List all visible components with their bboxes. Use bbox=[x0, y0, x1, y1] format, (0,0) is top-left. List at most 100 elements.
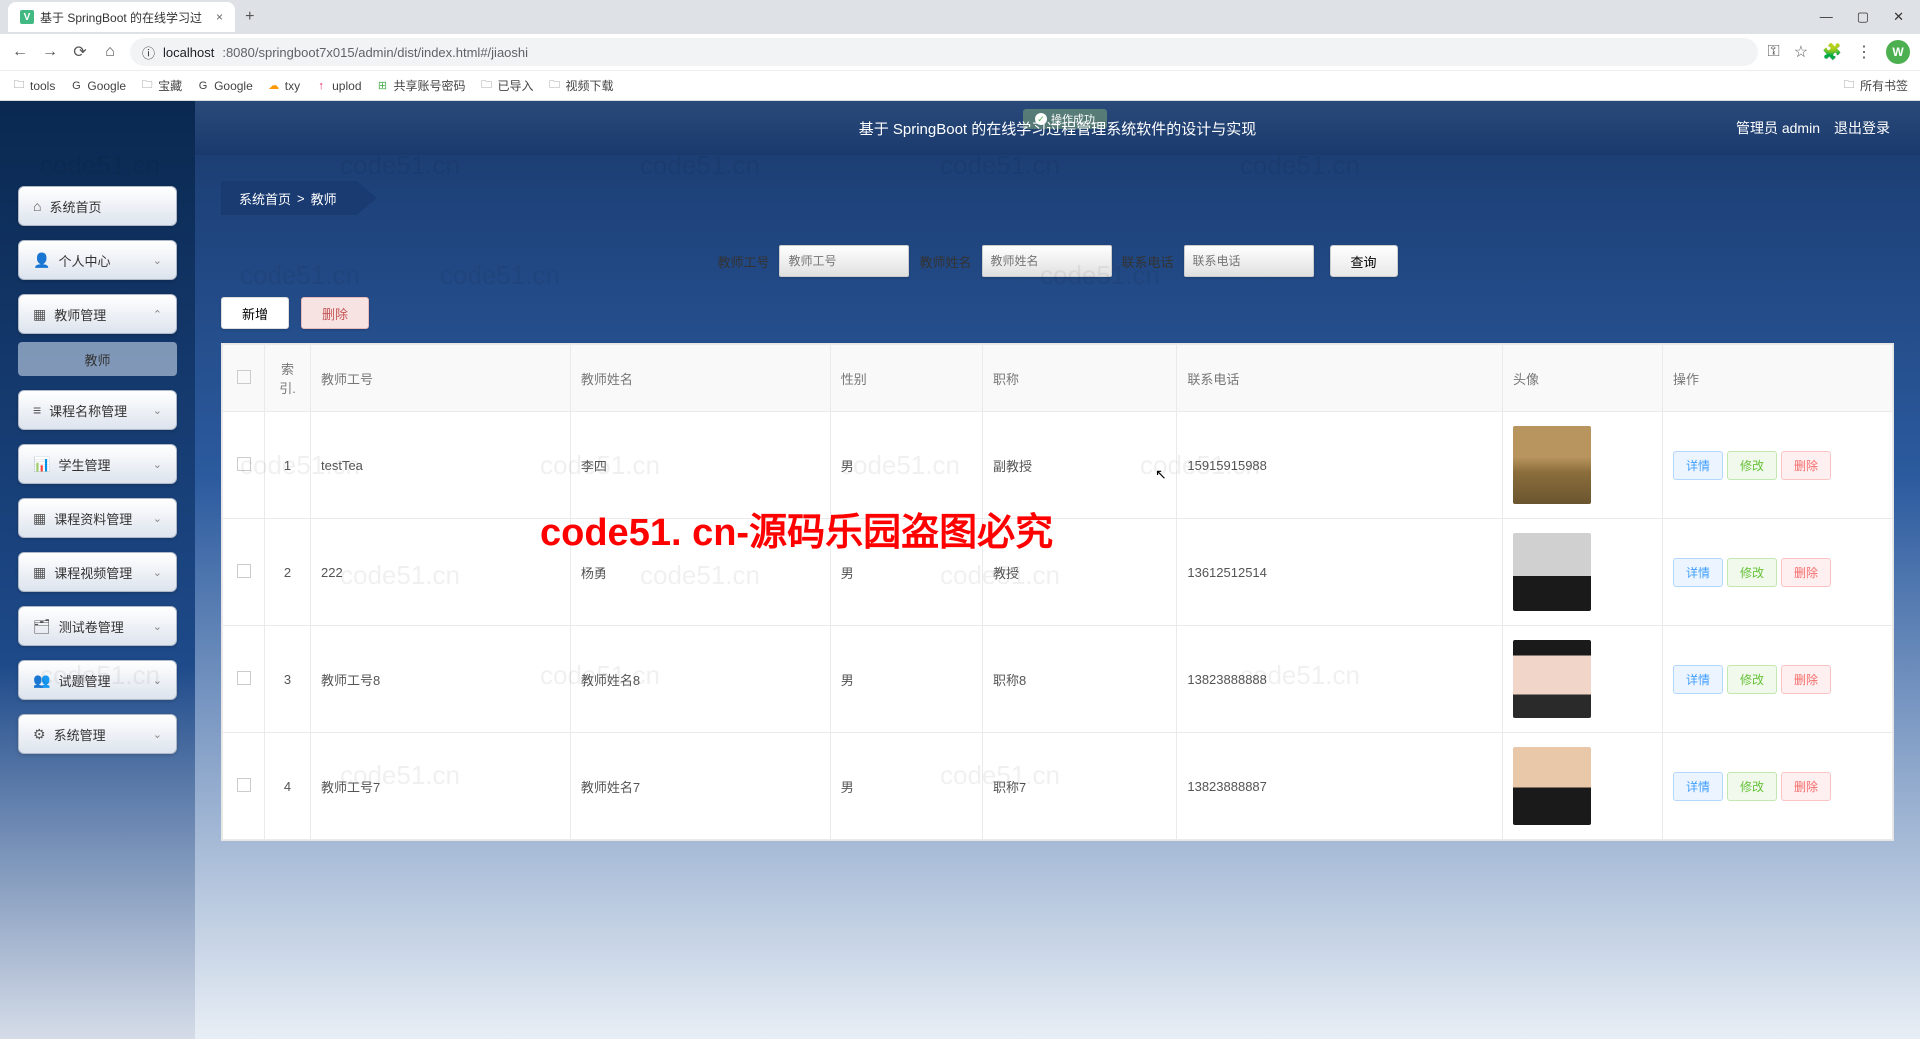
th-teacher-name: 教师姓名 bbox=[570, 345, 830, 412]
bookmark-upload[interactable]: ↑uplod bbox=[314, 79, 361, 93]
table-row: 1testTea李四男副教授15915915988详情修改删除 bbox=[223, 412, 1893, 519]
edit-button[interactable]: 修改 bbox=[1727, 451, 1777, 480]
home-icon[interactable]: ⌂ bbox=[100, 43, 120, 61]
detail-button[interactable]: 详情 bbox=[1673, 772, 1723, 801]
edit-button[interactable]: 修改 bbox=[1727, 772, 1777, 801]
add-button[interactable]: 新增 bbox=[221, 297, 289, 329]
sidebar-item-question[interactable]: 👥试题管理⌄ bbox=[18, 660, 177, 700]
input-teacher-id[interactable] bbox=[779, 245, 909, 277]
extension-icon[interactable]: 🧩 bbox=[1822, 42, 1842, 62]
sidebar-item-home[interactable]: ⌂系统首页 bbox=[18, 186, 177, 226]
avatar-image bbox=[1513, 533, 1591, 611]
chevron-down-icon: ⌄ bbox=[153, 566, 162, 579]
detail-button[interactable]: 详情 bbox=[1673, 665, 1723, 694]
all-bookmarks[interactable]: 🗀所有书签 bbox=[1842, 77, 1908, 94]
breadcrumb-home[interactable]: 系统首页 bbox=[239, 189, 291, 208]
cell-teacher-id: testTea bbox=[311, 412, 571, 519]
forward-icon[interactable]: → bbox=[40, 43, 60, 61]
browser-tab[interactable]: V 基于 SpringBoot 的在线学习过 × bbox=[8, 2, 235, 32]
cell-avatar bbox=[1503, 412, 1663, 519]
sidebar-item-test-paper[interactable]: 🗂测试卷管理⌄ bbox=[18, 606, 177, 646]
folder-icon: 🗀 bbox=[12, 79, 26, 93]
table-row: 4教师工号7教师姓名7男职称713823888887详情修改删除 bbox=[223, 733, 1893, 840]
delete-button[interactable]: 删除 bbox=[301, 297, 369, 329]
home-icon: ⌂ bbox=[33, 198, 41, 214]
action-row: 新增 删除 bbox=[221, 297, 1894, 329]
edit-button[interactable]: 修改 bbox=[1727, 665, 1777, 694]
row-delete-button[interactable]: 删除 bbox=[1781, 558, 1831, 587]
input-teacher-name[interactable] bbox=[982, 245, 1112, 277]
close-icon[interactable]: × bbox=[216, 10, 223, 24]
bookmark-google2[interactable]: GGoogle bbox=[196, 79, 253, 93]
avatar-image bbox=[1513, 426, 1591, 504]
google-icon: G bbox=[196, 79, 210, 93]
back-icon[interactable]: ← bbox=[10, 43, 30, 61]
bookmark-video[interactable]: 🗀视频下载 bbox=[548, 77, 614, 94]
bookmark-share[interactable]: ⊞共享账号密码 bbox=[376, 77, 466, 94]
bookmark-bar: 🗀tools GGoogle 🗀宝藏 GGoogle ☁txy ↑uplod ⊞… bbox=[0, 70, 1920, 100]
sidebar-item-course-video[interactable]: ▦课程视频管理⌄ bbox=[18, 552, 177, 592]
star-icon[interactable]: ☆ bbox=[1794, 42, 1808, 62]
chevron-down-icon: ⌄ bbox=[153, 620, 162, 633]
query-button[interactable]: 查询 bbox=[1330, 245, 1398, 277]
th-gender: 性别 bbox=[830, 345, 982, 412]
cell-avatar bbox=[1503, 519, 1663, 626]
row-checkbox[interactable] bbox=[237, 457, 251, 471]
row-delete-button[interactable]: 删除 bbox=[1781, 451, 1831, 480]
close-window-icon[interactable]: ✕ bbox=[1893, 9, 1904, 25]
label-phone: 联系电话 bbox=[1122, 252, 1174, 271]
maximize-icon[interactable]: ▢ bbox=[1857, 9, 1869, 25]
bookmark-txy[interactable]: ☁txy bbox=[267, 79, 300, 93]
edit-button[interactable]: 修改 bbox=[1727, 558, 1777, 587]
row-delete-button[interactable]: 删除 bbox=[1781, 772, 1831, 801]
label-teacher-id: 教师工号 bbox=[717, 252, 769, 271]
url-input[interactable]: ⓘ localhost :8080/springboot7x015/admin/d… bbox=[130, 38, 1758, 66]
row-checkbox[interactable] bbox=[237, 671, 251, 685]
row-delete-button[interactable]: 删除 bbox=[1781, 665, 1831, 694]
chevron-down-icon: ⌄ bbox=[153, 512, 162, 525]
user-label[interactable]: 管理员 admin bbox=[1736, 118, 1820, 138]
user-box: 管理员 admin 退出登录 bbox=[1736, 118, 1890, 138]
url-host: localhost bbox=[163, 45, 214, 60]
reload-icon[interactable]: ⟳ bbox=[70, 42, 90, 62]
row-checkbox[interactable] bbox=[237, 778, 251, 792]
chart-icon: 📊 bbox=[33, 456, 50, 473]
sidebar-item-teacher[interactable]: ▦教师管理⌃ bbox=[18, 294, 177, 334]
row-checkbox[interactable] bbox=[237, 564, 251, 578]
bookmark-google[interactable]: GGoogle bbox=[69, 79, 126, 93]
detail-button[interactable]: 详情 bbox=[1673, 558, 1723, 587]
input-phone[interactable] bbox=[1184, 245, 1314, 277]
avatar-image bbox=[1513, 747, 1591, 825]
sidebar-item-course-material[interactable]: ▦课程资料管理⌄ bbox=[18, 498, 177, 538]
bookmark-import[interactable]: 🗀已导入 bbox=[480, 77, 534, 94]
cell-title: 职称8 bbox=[982, 626, 1176, 733]
bookmark-baozang[interactable]: 🗀宝藏 bbox=[140, 77, 182, 94]
cell-gender: 男 bbox=[830, 519, 982, 626]
new-tab-button[interactable]: + bbox=[235, 8, 264, 26]
cell-title: 职称7 bbox=[982, 733, 1176, 840]
site-info-icon[interactable]: ⓘ bbox=[142, 43, 155, 62]
detail-button[interactable]: 详情 bbox=[1673, 451, 1723, 480]
table-header-row: 索引. 教师工号 教师姓名 性别 职称 联系电话 头像 操作 bbox=[223, 345, 1893, 412]
profile-avatar[interactable]: W bbox=[1886, 40, 1910, 64]
sidebar-item-system[interactable]: ⚙系统管理⌄ bbox=[18, 714, 177, 754]
sidebar-subitem-teacher[interactable]: 教师 bbox=[18, 342, 177, 376]
minimize-icon[interactable]: — bbox=[1820, 9, 1833, 25]
page-title: 基于 SpringBoot 的在线学习过程管理系统软件的设计与实现 bbox=[859, 118, 1257, 139]
sidebar-item-course-name[interactable]: ≡课程名称管理⌄ bbox=[18, 390, 177, 430]
key-icon[interactable]: ⚿ bbox=[1768, 43, 1780, 61]
sidebar-item-profile[interactable]: 👤个人中心⌄ bbox=[18, 240, 177, 280]
toolbar-right: ⚿ ☆ 🧩 ⋮ W bbox=[1768, 40, 1910, 64]
bookmark-tools[interactable]: 🗀tools bbox=[12, 79, 55, 93]
cell-teacher-id: 222 bbox=[311, 519, 571, 626]
cell-ops: 详情修改删除 bbox=[1663, 733, 1893, 840]
logout-link[interactable]: 退出登录 bbox=[1834, 118, 1890, 138]
user-icon: 👤 bbox=[33, 252, 50, 269]
chevron-down-icon: ⌄ bbox=[153, 254, 162, 267]
checkbox-all[interactable] bbox=[237, 370, 251, 384]
url-path: :8080/springboot7x015/admin/dist/index.h… bbox=[222, 45, 528, 60]
sidebar-item-student[interactable]: 📊学生管理⌄ bbox=[18, 444, 177, 484]
teacher-table: 索引. 教师工号 教师姓名 性别 职称 联系电话 头像 操作 1testTea李… bbox=[222, 344, 1893, 840]
cell-phone: 13612512514 bbox=[1177, 519, 1503, 626]
menu-icon[interactable]: ⋮ bbox=[1856, 42, 1872, 62]
